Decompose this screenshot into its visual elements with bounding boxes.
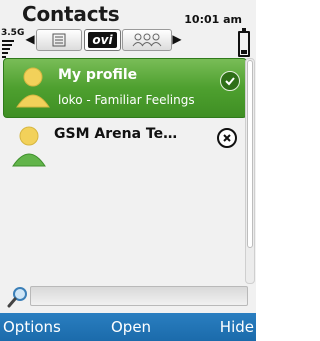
page-title: Contacts (22, 2, 120, 26)
tab-groups[interactable] (122, 29, 172, 51)
contacts-screen: Contacts 10:01 am 3.5G ◀ ovi ▶ My profil… (0, 0, 256, 341)
tab-bar: ovi (36, 29, 172, 51)
x-icon (217, 128, 237, 148)
list-item-my-profile[interactable]: My profile loko - Familiar Feelings (3, 58, 247, 118)
contact-status: loko - Familiar Feelings (58, 93, 195, 107)
tab-ovi[interactable]: ovi (84, 29, 121, 51)
network-type-label: 3.5G (1, 28, 25, 38)
hide-softkey[interactable]: Hide (220, 318, 254, 336)
contact-avatar-icon (12, 126, 46, 167)
softkey-bar: Options Open Hide (0, 313, 256, 341)
contact-name: GSM Arena Te… (54, 126, 178, 142)
battery-icon (238, 28, 250, 57)
check-icon (220, 71, 240, 91)
contact-avatar-icon (16, 67, 50, 108)
contact-list: My profile loko - Familiar Feelings GSM … (0, 58, 247, 278)
signal-strength-icon (2, 40, 14, 58)
open-softkey[interactable]: Open (111, 318, 151, 336)
scrollbar[interactable] (245, 58, 255, 284)
search-icon[interactable] (7, 286, 29, 308)
options-softkey[interactable]: Options (3, 318, 61, 336)
list-item-gsm-arena[interactable]: GSM Arena Te… (0, 118, 245, 176)
tab-contacts-list[interactable] (36, 29, 82, 51)
tab-left-arrow[interactable]: ◀ (25, 32, 35, 46)
scroll-thumb[interactable] (247, 60, 253, 248)
ovi-tab-label: ovi (88, 32, 117, 48)
tab-right-arrow[interactable]: ▶ (172, 32, 182, 46)
groups-icon (132, 33, 162, 47)
contact-name: My profile (58, 67, 138, 83)
search-input[interactable] (30, 286, 248, 306)
clock: 10:01 am (184, 13, 242, 26)
list-icon (52, 33, 66, 47)
